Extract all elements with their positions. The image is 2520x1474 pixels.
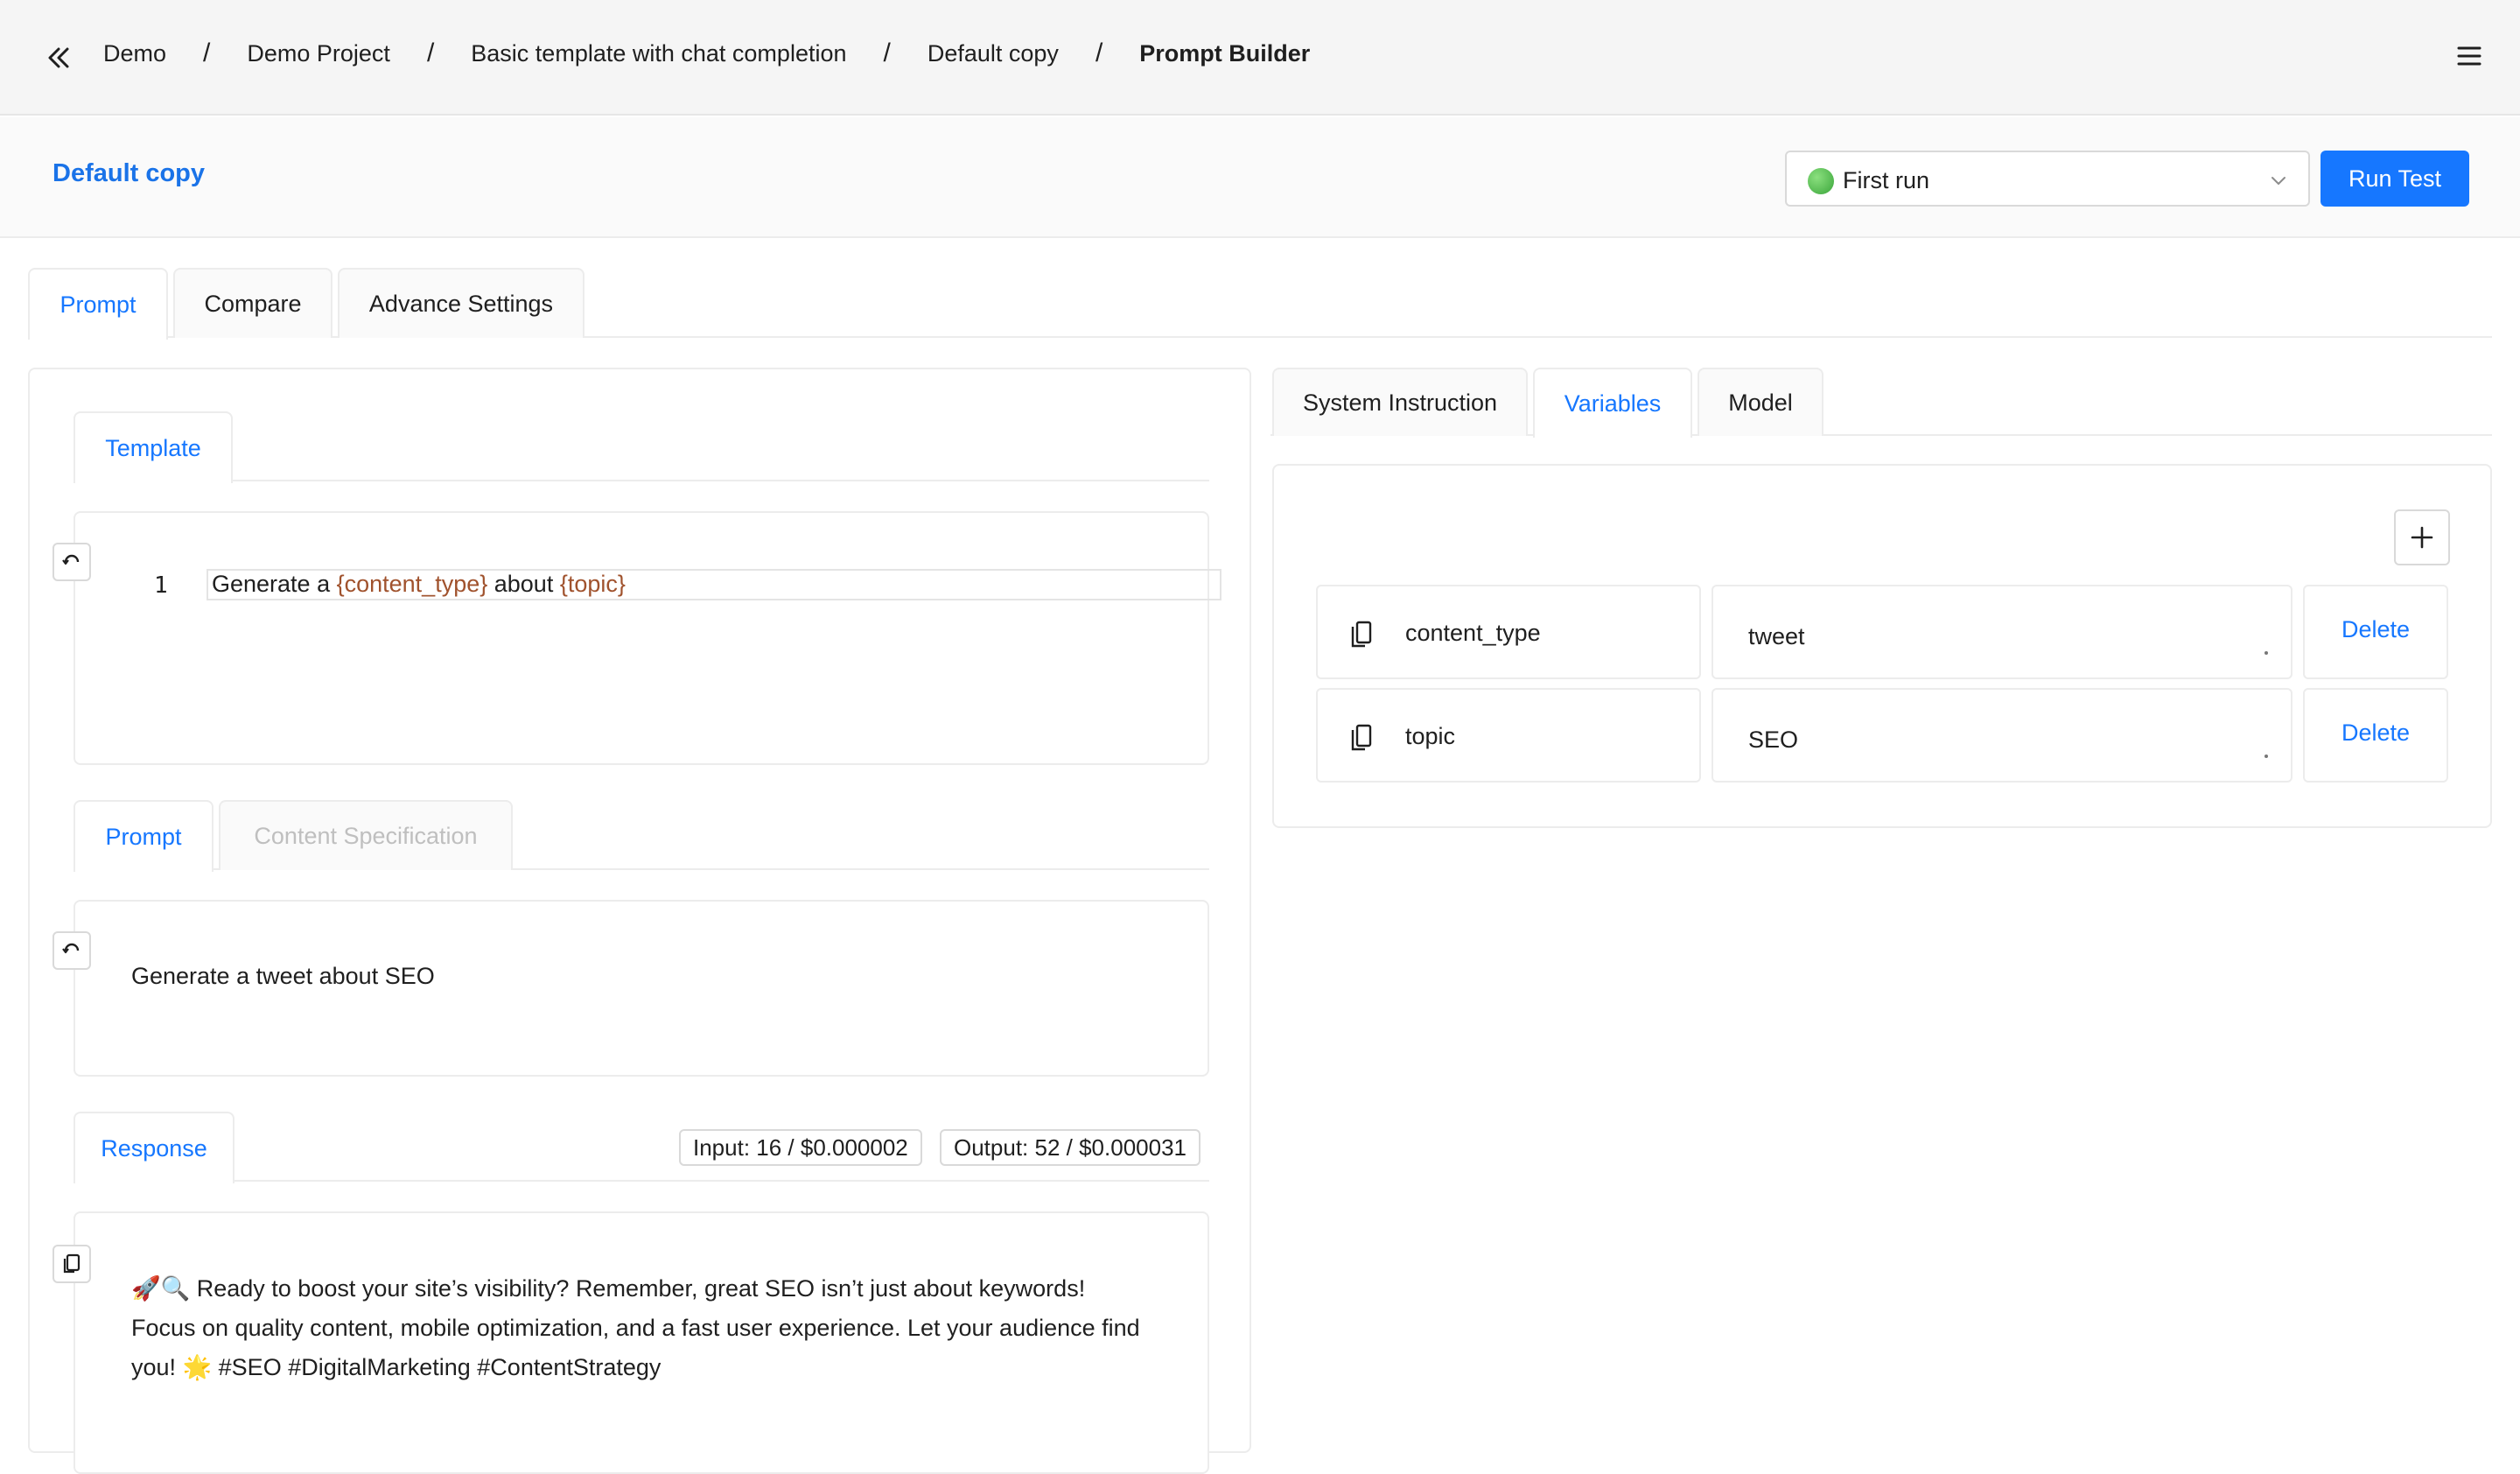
refresh-icon[interactable] xyxy=(52,543,91,581)
output-token-badge: Output: 52 / $0.000031 xyxy=(940,1129,1200,1166)
breadcrumb-current: Prompt Builder xyxy=(1139,39,1311,67)
code-variable-topic: {topic} xyxy=(559,571,626,597)
template-tabs: Template xyxy=(74,411,1209,483)
prompt-output-box: Generate a tweet about SEO xyxy=(52,900,1209,1077)
tab-model[interactable]: Model xyxy=(1698,368,1824,436)
delete-link[interactable]: Delete xyxy=(2305,616,2446,643)
line-number: 1 xyxy=(154,572,168,599)
variable-name-cell: content_type xyxy=(1316,585,1701,679)
tab-prompt-output[interactable]: Prompt xyxy=(74,800,214,872)
refresh-icon[interactable] xyxy=(52,931,91,970)
template-editor[interactable]: 1 Generate a {content_type} about {topic… xyxy=(52,511,1222,765)
status-dot-icon xyxy=(1808,168,1834,194)
breadcrumb-item-template[interactable]: Basic template with chat completion xyxy=(471,40,846,67)
variable-value: tweet xyxy=(1748,623,1805,649)
delete-link[interactable]: Delete xyxy=(2305,719,2446,747)
plus-icon xyxy=(2411,526,2433,549)
breadcrumb-item-demo[interactable]: Demo xyxy=(103,40,166,67)
hamburger-menu-icon[interactable] xyxy=(2455,42,2483,70)
resize-handle-icon[interactable] xyxy=(2264,755,2268,758)
breadcrumb-separator: / xyxy=(203,39,211,67)
breadcrumb-item-demo-project[interactable]: Demo Project xyxy=(247,40,390,67)
copy-icon[interactable] xyxy=(1349,723,1374,753)
variable-value-input[interactable]: SEO xyxy=(1712,688,2292,783)
breadcrumb-separator: / xyxy=(1095,39,1103,67)
top-nav-bar: Demo / Demo Project / Basic template wit… xyxy=(0,0,2520,116)
code-variable-content-type: {content_type} xyxy=(336,571,488,597)
add-variable-button[interactable] xyxy=(2394,509,2450,565)
variable-name: topic xyxy=(1405,723,1456,749)
copy-icon[interactable] xyxy=(52,1245,91,1283)
tab-prompt[interactable]: Prompt xyxy=(28,268,168,340)
prompt-output-text: Generate a tweet about SEO xyxy=(131,963,435,989)
prompt-panel: Template 1 Generate a {content_type} abo… xyxy=(28,368,1251,1474)
chevron-down-icon xyxy=(2268,170,2289,191)
code-text: Generate a xyxy=(212,571,337,597)
page-header: Default copy First run Run Test xyxy=(0,117,2520,238)
page-title: Default copy xyxy=(52,159,206,187)
breadcrumb: Demo / Demo Project / Basic template wit… xyxy=(103,39,1310,68)
delete-variable-button[interactable]: Delete xyxy=(2303,585,2448,679)
tab-content-specification[interactable]: Content Specification xyxy=(219,800,513,870)
tab-system-instruction[interactable]: System Instruction xyxy=(1272,368,1528,436)
run-select-dropdown[interactable]: First run xyxy=(1785,151,2310,207)
delete-variable-button[interactable]: Delete xyxy=(2303,688,2448,783)
main-tabs: Prompt Compare Advance Settings xyxy=(28,268,2492,340)
variable-name-cell: topic xyxy=(1316,688,1701,783)
breadcrumb-item-default-copy[interactable]: Default copy xyxy=(928,40,1059,67)
prompt-tabs: Prompt Content Specification xyxy=(74,800,1209,872)
code-text: about xyxy=(487,571,560,597)
run-select-value: First run xyxy=(1843,167,1930,193)
template-code-line[interactable]: Generate a {content_type} about {topic} xyxy=(206,569,1222,600)
run-test-button[interactable]: Run Test xyxy=(2320,151,2469,207)
variable-name: content_type xyxy=(1405,620,1541,646)
collapse-sidebar-icon[interactable] xyxy=(44,42,75,74)
tab-variables[interactable]: Variables xyxy=(1533,368,1692,438)
tab-template[interactable]: Template xyxy=(74,411,233,483)
variables-panel: content_type tweet Delete topic SEO Dele… xyxy=(1272,464,2492,828)
variable-value-input[interactable]: tweet xyxy=(1712,585,2292,679)
copy-icon[interactable] xyxy=(1349,620,1374,649)
breadcrumb-separator: / xyxy=(426,39,435,67)
response-box: 🚀🔍 Ready to boost your site’s visibility… xyxy=(52,1211,1209,1474)
settings-tabs: System Instruction Variables Model xyxy=(1270,368,2492,438)
resize-handle-icon[interactable] xyxy=(2264,651,2268,655)
input-token-badge: Input: 16 / $0.000002 xyxy=(679,1129,922,1166)
response-text: 🚀🔍 Ready to boost your site’s visibility… xyxy=(131,1275,1140,1380)
tab-compare[interactable]: Compare xyxy=(173,268,332,338)
breadcrumb-separator: / xyxy=(883,39,891,67)
tab-response[interactable]: Response xyxy=(74,1112,234,1183)
tab-advance-settings[interactable]: Advance Settings xyxy=(338,268,584,338)
variable-value: SEO xyxy=(1748,726,1799,753)
